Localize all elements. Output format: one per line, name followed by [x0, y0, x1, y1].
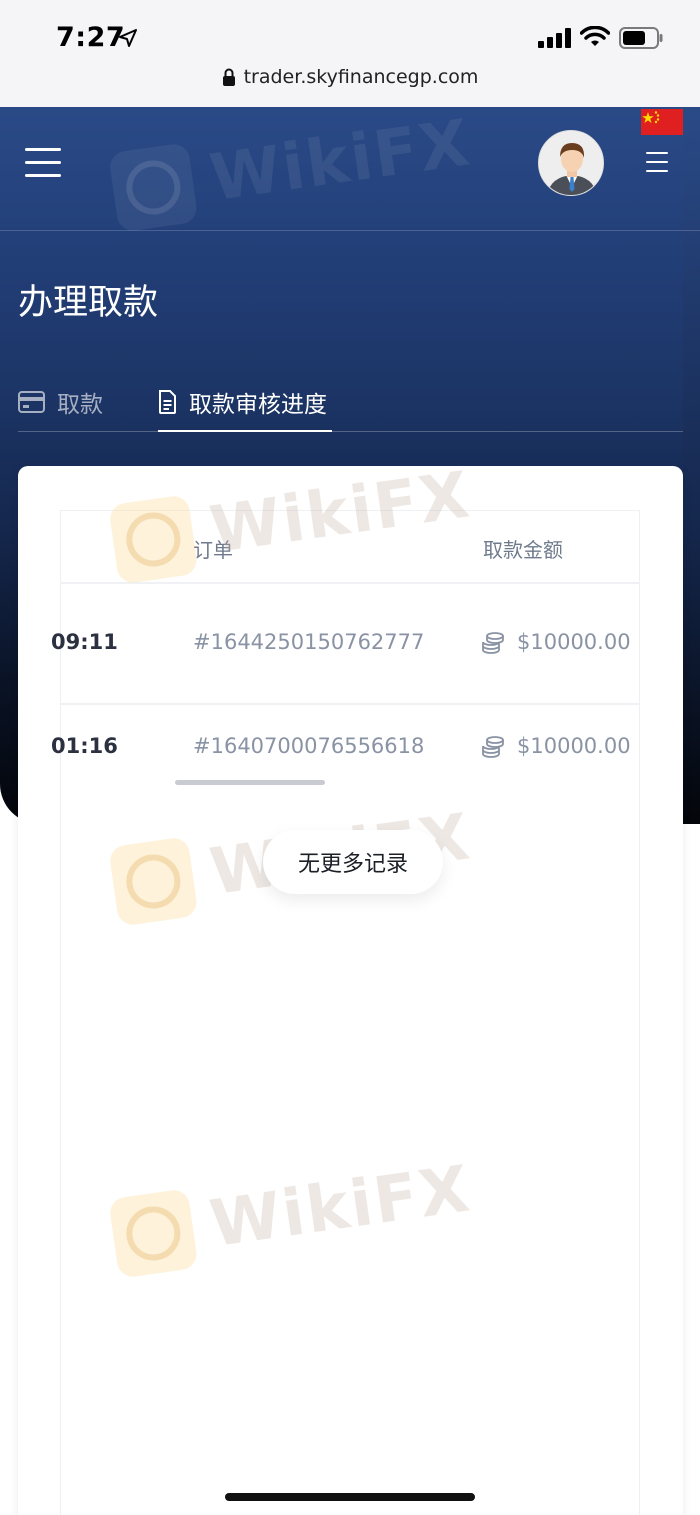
- tab-withdraw[interactable]: 取款: [18, 372, 103, 432]
- row-divider: [60, 703, 640, 705]
- cellular-signal-icon: [538, 28, 571, 48]
- battery-icon: [619, 27, 663, 49]
- status-time: 7:27: [56, 22, 126, 53]
- location-arrow-icon: [119, 29, 137, 47]
- lock-icon: [222, 68, 235, 86]
- tab-progress-label: 取款审核进度: [189, 392, 327, 418]
- row-order-id: #1644250150762777: [193, 630, 425, 654]
- records-table[interactable]: [60, 510, 640, 1515]
- wifi-icon: [580, 26, 610, 46]
- app-screen: 7:27 trader.skyfinancegp.com 办理取款 取款 取款审…: [0, 0, 700, 1515]
- tab-withdraw-label: 取款: [57, 392, 103, 418]
- row-amount: $10000.00: [517, 630, 631, 654]
- row-amount: $10000.00: [517, 734, 631, 758]
- more-menu-icon[interactable]: [646, 152, 668, 172]
- no-more-records-notice: 无更多记录: [263, 830, 443, 894]
- horizontal-scrollbar[interactable]: [175, 780, 325, 785]
- row-time: 01:16: [51, 734, 118, 758]
- ios-status-area: 7:27 trader.skyfinancegp.com: [0, 0, 700, 107]
- row-time: 09:11: [51, 630, 118, 654]
- home-indicator[interactable]: [225, 1493, 475, 1501]
- header-row-divider: [60, 582, 640, 584]
- page-title: 办理取款: [18, 283, 159, 323]
- document-icon: [159, 390, 176, 414]
- header-divider: [0, 230, 700, 231]
- column-header-order: 订单: [193, 538, 233, 562]
- address-bar[interactable]: trader.skyfinancegp.com: [0, 66, 700, 96]
- coins-icon: [482, 736, 504, 758]
- row-order-id: #1640700076556618: [193, 734, 425, 758]
- user-avatar[interactable]: [538, 130, 604, 196]
- active-tab-indicator: [158, 430, 332, 432]
- tabs-divider: [18, 431, 683, 432]
- column-header-amount: 取款金额: [483, 538, 563, 562]
- coins-icon: [482, 632, 504, 654]
- header-background-edge: [683, 107, 700, 824]
- china-flag-icon[interactable]: [641, 109, 683, 135]
- tab-withdrawal-progress[interactable]: 取款审核进度: [158, 372, 327, 432]
- url-text: trader.skyfinancegp.com: [243, 66, 479, 88]
- credit-card-icon: [18, 391, 45, 413]
- menu-toggle-icon[interactable]: [25, 148, 61, 178]
